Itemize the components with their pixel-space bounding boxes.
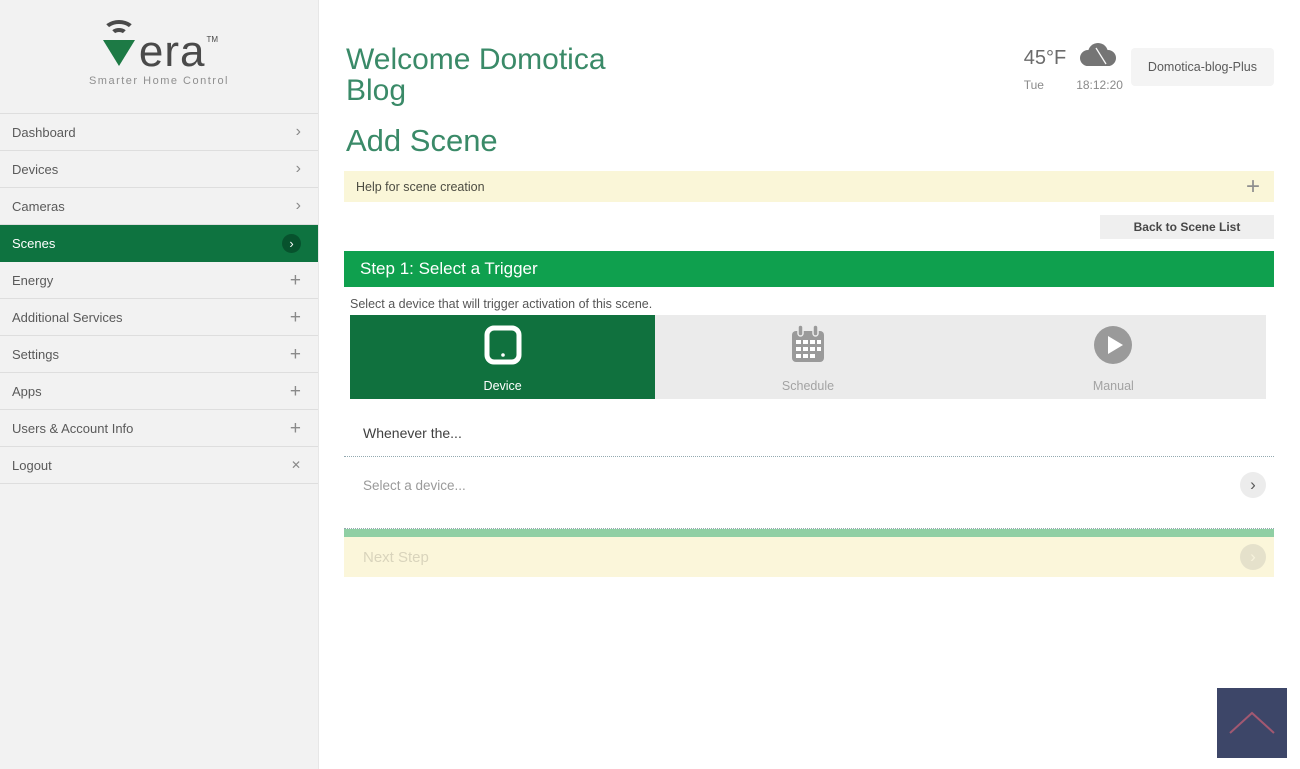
play-icon	[1090, 322, 1136, 373]
weather-widget: 45°F Tue 18:12:20	[1024, 42, 1123, 92]
whenever-label: Whenever the...	[363, 425, 462, 441]
sidebar-menu: Dashboard › Devices › Cameras › Scenes ›…	[0, 113, 318, 484]
vera-logo: era TM Smarter Home Control	[0, 0, 318, 113]
sidebar-item-label: Devices	[12, 161, 59, 177]
sidebar-item-label: Energy	[12, 272, 54, 288]
trademark-label: TM	[206, 35, 219, 44]
main-area: Welcome Domotica Blog 45°F Tue 18:12:20 …	[320, 0, 1300, 769]
device-icon	[480, 322, 526, 373]
sidebar-item-label: Users & Account Info	[12, 420, 134, 436]
controller-select-button[interactable]: Domotica-blog-Plus	[1130, 48, 1274, 86]
chevron-right-circle-icon: ›	[1240, 544, 1266, 570]
back-to-scene-list-button[interactable]: Back to Scene List	[1100, 215, 1274, 239]
chevron-right-icon: ›	[295, 123, 301, 140]
tab-label: Device	[483, 378, 522, 393]
sidebar-item-devices[interactable]: Devices ›	[0, 151, 318, 188]
step-description: Select a device that will trigger activa…	[350, 297, 653, 311]
sidebar-item-apps[interactable]: Apps +	[0, 373, 318, 410]
temperature-value: 45°F	[1023, 46, 1067, 69]
close-icon: ✕	[290, 458, 301, 472]
chevron-right-icon: ›	[295, 197, 301, 214]
welcome-heading: Welcome Domotica Blog	[346, 43, 606, 107]
tab-label: Schedule	[781, 378, 835, 393]
plus-icon: +	[289, 306, 301, 328]
calendar-icon	[785, 322, 831, 373]
next-step-bar[interactable]: Next Step ›	[344, 537, 1274, 577]
chevron-up-icon	[1229, 711, 1275, 734]
progress-strip	[344, 529, 1274, 537]
sidebar-item-users-account-info[interactable]: Users & Account Info +	[0, 410, 318, 447]
scroll-to-top-button[interactable]	[1217, 688, 1287, 758]
logo-text: era	[138, 27, 206, 76]
sidebar-item-label: Logout	[12, 457, 52, 473]
chevron-right-circle-icon: ›	[282, 233, 301, 253]
step-header: Step 1: Select a Trigger	[344, 251, 1274, 287]
plus-icon: +	[289, 380, 301, 402]
plus-icon: +	[289, 269, 301, 291]
chevron-right-circle-icon[interactable]: ›	[1240, 472, 1266, 498]
cloudy-weather-icon	[1076, 42, 1122, 74]
help-accordion[interactable]: Help for scene creation +	[344, 171, 1274, 202]
sidebar-item-logout[interactable]: Logout ✕	[0, 447, 318, 484]
sidebar-item-label: Additional Services	[12, 309, 123, 325]
sidebar-item-label: Cameras	[12, 198, 65, 214]
sidebar-item-scenes[interactable]: Scenes ›	[0, 225, 318, 262]
sidebar-item-cameras[interactable]: Cameras ›	[0, 188, 318, 225]
tab-trigger-manual[interactable]: Manual	[961, 315, 1266, 399]
status-area: 45°F Tue 18:12:20 Domotica-blog-Plus	[1024, 42, 1274, 92]
device-select-placeholder: Select a device...	[363, 477, 466, 493]
chevron-right-icon: ›	[295, 160, 301, 177]
weekday-label: Tue	[1023, 78, 1044, 92]
sidebar-item-label: Settings	[12, 346, 59, 362]
clock-time: 18:12:20	[1076, 78, 1123, 92]
device-select-row[interactable]: Select a device... ›	[344, 457, 1274, 513]
plus-icon: +	[289, 417, 301, 439]
sidebar-item-label: Dashboard	[12, 124, 76, 140]
vera-v-icon	[101, 20, 137, 72]
help-accordion-label: Help for scene creation	[356, 179, 485, 194]
next-step-label: Next Step	[363, 548, 429, 566]
tab-trigger-schedule[interactable]: Schedule	[655, 315, 960, 399]
sidebar-item-additional-services[interactable]: Additional Services +	[0, 299, 318, 336]
sidebar: era TM Smarter Home Control Dashboard › …	[0, 0, 319, 769]
tab-label: Manual	[1092, 378, 1134, 393]
page-title: Add Scene	[346, 123, 498, 158]
sidebar-item-dashboard[interactable]: Dashboard ›	[0, 114, 318, 151]
step-title: Step 1: Select a Trigger	[360, 259, 538, 278]
plus-icon: +	[289, 343, 301, 365]
sidebar-item-label: Apps	[12, 383, 42, 399]
sidebar-item-settings[interactable]: Settings +	[0, 336, 318, 373]
sidebar-item-label: Scenes	[12, 235, 56, 251]
trigger-type-tabs: Device Schedule Manual	[350, 315, 1266, 399]
sidebar-item-energy[interactable]: Energy +	[0, 262, 318, 299]
tab-trigger-device[interactable]: Device	[350, 315, 656, 399]
logo-tagline: Smarter Home Control	[88, 75, 230, 87]
